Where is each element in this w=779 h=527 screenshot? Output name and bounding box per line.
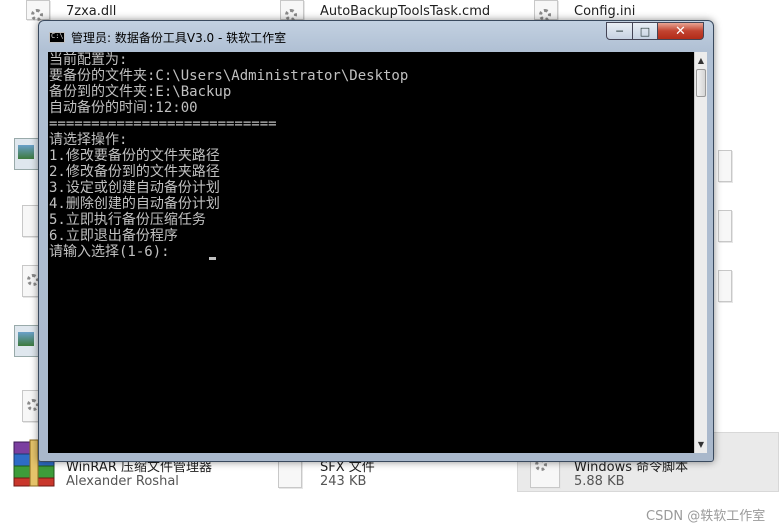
file-size-script: 5.88 KB bbox=[574, 474, 625, 489]
file-name-7zxa[interactable]: 7zxa.dll bbox=[66, 4, 116, 19]
window-title: 管理员: 数据备份工具V3.0 - 轶软工作室 bbox=[71, 31, 287, 45]
console-output[interactable]: 当前配置为: 要备份的文件夹:C:\Users\Administrator\De… bbox=[48, 52, 694, 453]
console-separator: =========================== bbox=[49, 116, 277, 132]
image-file-icon bbox=[14, 138, 40, 170]
watermark: CSDN @轶软工作室 bbox=[646, 509, 766, 524]
minimize-button[interactable]: ─ bbox=[606, 22, 633, 40]
input-prompt[interactable]: 请输入选择(1-6): bbox=[49, 244, 178, 260]
console-line: 要备份的文件夹:C:\Users\Administrator\Desktop bbox=[49, 68, 409, 84]
text-cursor bbox=[209, 257, 216, 260]
dll-file-icon bbox=[26, 0, 50, 21]
console-window[interactable]: C:\ 管理员: 数据备份工具V3.0 - 轶软工作室 ─ □ ✕ 当前配置为:… bbox=[38, 20, 714, 462]
menu-option-4: 4.删除创建的自动备份计划 bbox=[49, 196, 220, 212]
file-author-winrar: Alexander Roshal bbox=[66, 474, 179, 489]
menu-option-3: 3.设定或创建自动备份计划 bbox=[49, 180, 220, 196]
ini-file-icon bbox=[534, 0, 558, 21]
maximize-button[interactable]: □ bbox=[632, 22, 658, 40]
console-line: 当前配置为: bbox=[49, 52, 128, 68]
vertical-scrollbar[interactable]: ▲ ▼ bbox=[694, 52, 707, 453]
scroll-thumb[interactable] bbox=[696, 69, 706, 97]
scroll-up-arrow-icon[interactable]: ▲ bbox=[695, 54, 707, 66]
menu-option-6: 6.立即退出备份程序 bbox=[49, 228, 178, 244]
menu-option-1: 1.修改要备份的文件夹路径 bbox=[49, 148, 220, 164]
file-icon bbox=[718, 210, 732, 242]
console-app-icon-text: C:\ bbox=[51, 32, 64, 40]
cmd-file-icon bbox=[280, 0, 304, 21]
console-line: 请选择操作: bbox=[49, 132, 128, 148]
file-size-sfx: 243 KB bbox=[320, 474, 367, 489]
file-name-autobackup[interactable]: AutoBackupToolsTask.cmd bbox=[320, 4, 490, 19]
console-line: 自动备份的时间:12:00 bbox=[49, 100, 198, 116]
title-bar[interactable]: C:\ 管理员: 数据备份工具V3.0 - 轶软工作室 ─ □ ✕ bbox=[39, 21, 713, 51]
menu-option-5: 5.立即执行备份压缩任务 bbox=[49, 212, 206, 228]
console-line: 备份到的文件夹:E:\Backup bbox=[49, 84, 232, 100]
image-file-icon bbox=[14, 325, 40, 357]
file-name-config[interactable]: Config.ini bbox=[574, 4, 635, 19]
console-app-icon: C:\ bbox=[49, 32, 65, 43]
file-icon bbox=[718, 150, 732, 182]
menu-option-2: 2.修改备份到的文件夹路径 bbox=[49, 164, 220, 180]
close-button[interactable]: ✕ bbox=[657, 22, 704, 40]
scroll-down-arrow-icon[interactable]: ▼ bbox=[695, 438, 707, 450]
file-icon bbox=[718, 270, 732, 302]
